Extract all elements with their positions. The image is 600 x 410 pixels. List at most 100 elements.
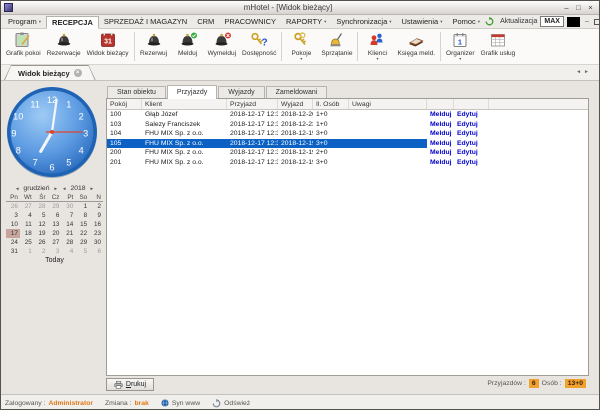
tab-zameldowani[interactable]: Zameldowani: [266, 86, 328, 98]
calendar-next-month-icon[interactable]: ►: [54, 186, 58, 191]
calendar-day[interactable]: 12: [34, 220, 48, 229]
toolbar-wymelduj-button[interactable]: Wymelduj: [205, 29, 239, 64]
col-przyjazd[interactable]: Przyjazd: [227, 99, 278, 109]
calendar-day[interactable]: 19: [34, 229, 48, 238]
calendar-day[interactable]: 2: [34, 247, 48, 256]
melduj-link[interactable]: Melduj: [430, 149, 452, 156]
scroll-left-icon[interactable]: ◄: [576, 69, 584, 75]
toolbar-sprzatanie-button[interactable]: Sprzątanie: [318, 29, 355, 64]
table-row-selected[interactable]: 105 FHU MIX Sp. z o.o. 2018-12-17 12:30 …: [107, 139, 588, 149]
update-refresh-icon[interactable]: [485, 17, 494, 26]
calendar-day[interactable]: 30: [61, 202, 75, 211]
print-button[interactable]: Drukuj: [106, 378, 154, 391]
melduj-link[interactable]: Melduj: [430, 130, 452, 137]
calendar-day[interactable]: 21: [61, 229, 75, 238]
calendar-day[interactable]: 31: [6, 247, 20, 256]
tab-widok-biezacy[interactable]: Widok bieżący ×: [4, 65, 96, 80]
toolbar-grafik-pokoi-button[interactable]: Grafik pokoi: [3, 29, 44, 64]
toolbar-widok-biezacy-button[interactable]: 31 Widok bieżący: [84, 29, 132, 64]
calendar-day[interactable]: 27: [48, 238, 62, 247]
calendar-day[interactable]: 29: [75, 238, 89, 247]
update-label[interactable]: Aktualizacja: [500, 18, 537, 25]
toolbar-grafik-uslug-button[interactable]: Grafik usług: [478, 29, 519, 64]
col-uwagi[interactable]: Uwagi: [349, 99, 427, 109]
calendar-day[interactable]: 3: [6, 211, 20, 220]
table-row[interactable]: 103 Salezy Franciszek 2018-12-17 12:30 2…: [107, 120, 588, 130]
syn-www-button[interactable]: Syn www: [172, 400, 200, 407]
tab-wyjazdy[interactable]: Wyjazdy: [218, 86, 264, 98]
toolbar-dostepnosc-button[interactable]: ? Dostępność: [239, 29, 279, 64]
calendar-day[interactable]: 30: [89, 238, 103, 247]
col-pokoj[interactable]: Pokój: [107, 99, 142, 109]
calendar-next-year-icon[interactable]: ►: [90, 186, 94, 191]
maximize-button[interactable]: □: [573, 3, 584, 13]
menu-raporty[interactable]: RAPORTY▾: [281, 16, 331, 27]
table-row[interactable]: 100 Głąb Józef 2018-12-17 12:30 2018-12-…: [107, 110, 588, 120]
col-wyjazd[interactable]: Wyjazd: [278, 99, 313, 109]
calendar-day[interactable]: 26: [6, 202, 20, 211]
edytuj-link[interactable]: Edytuj: [457, 130, 478, 137]
calendar-day[interactable]: 11: [20, 220, 34, 229]
toolbar-klienci-button[interactable]: Klienci ▾: [360, 29, 394, 64]
edytuj-link[interactable]: Edytuj: [457, 159, 478, 166]
calendar-prev-year-icon[interactable]: ◄: [62, 186, 66, 191]
calendar-day[interactable]: 8: [75, 211, 89, 220]
mdi-minimize-button[interactable]: –: [583, 17, 591, 26]
toolbar-ksiega-meld-button[interactable]: Księga meld.: [394, 29, 438, 64]
table-row[interactable]: 200 FHU MIX Sp. z o.o. 2018-12-17 12:30 …: [107, 148, 588, 158]
calendar-day[interactable]: 22: [75, 229, 89, 238]
minimize-button[interactable]: –: [561, 3, 572, 13]
today-button[interactable]: Today: [6, 257, 103, 264]
edytuj-link[interactable]: Edytuj: [457, 149, 478, 156]
calendar-day[interactable]: 10: [6, 220, 20, 229]
calendar-day[interactable]: 4: [20, 211, 34, 220]
calendar-day[interactable]: 14: [61, 220, 75, 229]
calendar-prev-month-icon[interactable]: ◄: [15, 186, 19, 191]
calendar-day[interactable]: 1: [20, 247, 34, 256]
toolbar-rezerwuj-button[interactable]: Rezerwuj: [137, 29, 171, 64]
toolbar-melduj-button[interactable]: Melduj: [171, 29, 205, 64]
calendar-day[interactable]: 25: [20, 238, 34, 247]
calendar-day[interactable]: 16: [89, 220, 103, 229]
melduj-link[interactable]: Melduj: [430, 121, 452, 128]
edytuj-link[interactable]: Edytuj: [457, 121, 478, 128]
close-button[interactable]: ×: [585, 3, 596, 13]
calendar-day[interactable]: 28: [34, 202, 48, 211]
calendar-day[interactable]: 27: [20, 202, 34, 211]
calendar-day[interactable]: 3: [48, 247, 62, 256]
menu-recepcja[interactable]: RECEPCJA: [46, 16, 99, 29]
table-row[interactable]: 201 FHU MIX Sp. z o.o. 2018-12-17 12:30 …: [107, 158, 588, 168]
tab-stan-obiektu[interactable]: Stan obiektu: [107, 86, 166, 98]
calendar-day[interactable]: 7: [61, 211, 75, 220]
menu-crm[interactable]: CRM: [192, 16, 219, 27]
calendar-day[interactable]: 23: [89, 229, 103, 238]
max-indicator[interactable]: MAX: [540, 16, 564, 27]
melduj-link[interactable]: Melduj: [430, 111, 452, 118]
calendar-day[interactable]: 20: [48, 229, 62, 238]
scroll-right-icon[interactable]: ►: [584, 69, 592, 75]
calendar-day[interactable]: 5: [75, 247, 89, 256]
menu-pracownicy[interactable]: PRACOWNICY: [219, 16, 281, 27]
toolbar-pokoje-button[interactable]: Pokoje ▾: [284, 29, 318, 64]
calendar-day[interactable]: 5: [34, 211, 48, 220]
melduj-link[interactable]: Melduj: [430, 140, 452, 147]
calendar-day[interactable]: 1: [75, 202, 89, 211]
col-klient[interactable]: Klient: [142, 99, 227, 109]
menu-sprzedaz[interactable]: SPRZEDAŻ I MAGAZYN: [99, 16, 192, 27]
menu-ustawienia[interactable]: Ustawienia▾: [397, 16, 448, 27]
calendar-day[interactable]: 4: [61, 247, 75, 256]
edytuj-link[interactable]: Edytuj: [457, 111, 478, 118]
calendar-day[interactable]: 6: [89, 247, 103, 256]
calendar-day[interactable]: 28: [61, 238, 75, 247]
menu-program[interactable]: Program▾: [3, 16, 46, 27]
calendar-day[interactable]: 29: [48, 202, 62, 211]
calendar-day[interactable]: 13: [48, 220, 62, 229]
calendar-day[interactable]: 24: [6, 238, 20, 247]
col-osob[interactable]: Il. Osób: [313, 99, 349, 109]
calendar-day[interactable]: 2: [89, 202, 103, 211]
calendar-day[interactable]: 15: [75, 220, 89, 229]
melduj-link[interactable]: Melduj: [430, 159, 452, 166]
calendar-day-today[interactable]: 17: [6, 229, 20, 238]
mdi-restore-button[interactable]: [594, 19, 600, 25]
refresh-button[interactable]: Odśwież: [224, 400, 250, 407]
